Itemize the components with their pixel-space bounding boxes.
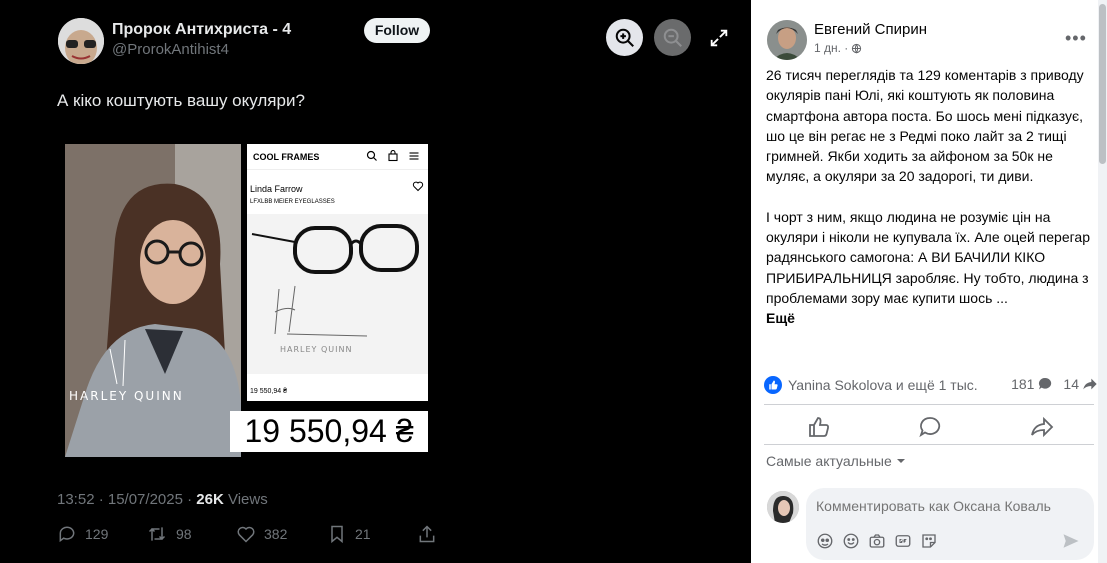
tweet-author-name[interactable]: Пророк Антихриста - 4 <box>112 21 291 39</box>
repost-button[interactable]: 98 <box>146 524 192 544</box>
tweet-meta: 13:52 · 15/07/2025 · 26K Views <box>57 491 268 508</box>
tweet-timestamp[interactable]: 13:52 · 15/07/2025 · <box>57 491 196 508</box>
heart-outline-icon <box>237 526 255 543</box>
more-options-icon[interactable]: ••• <box>1065 28 1087 49</box>
post-paragraph: 26 тисяч переглядів та 129 коментарів з … <box>766 67 1084 185</box>
reply-button[interactable]: 129 <box>57 524 108 544</box>
comment-composer <box>806 488 1094 560</box>
post-actions <box>764 407 1094 447</box>
tweet-actions: 129 98 382 21 <box>57 524 457 546</box>
glasses-caption: HARLEY QUINN <box>280 345 353 354</box>
engagement-counts: 181 14 <box>1011 376 1098 392</box>
comments-count-button[interactable]: 181 <box>1011 376 1053 392</box>
gif-icon[interactable] <box>894 532 912 550</box>
share-icon[interactable] <box>1030 415 1054 439</box>
shop-model: LFXLBB MEIER EYEGLASSES <box>250 199 335 205</box>
comment-sort-selector[interactable]: Самые актуальные <box>766 453 906 469</box>
photo-caption: HARLEY QUINN <box>69 389 184 403</box>
comment-bubble-icon <box>1039 377 1052 390</box>
shop-header: COOL FRAMES <box>247 144 428 170</box>
tweet-media[interactable]: HARLEY QUINN COOL FRAMES Linda Farrow LF… <box>65 144 428 457</box>
expand-button[interactable] <box>708 27 730 49</box>
photo-viewer: Пророк Антихриста - 4 @ProrokAntihist4 F… <box>0 0 751 563</box>
comment-input[interactable] <box>816 498 1086 514</box>
globe-icon <box>852 43 862 54</box>
scrollbar[interactable] <box>1098 0 1107 563</box>
shop-price: 19 550,94 ₴ <box>250 388 287 395</box>
tweet-author-handle[interactable]: @ProrokAntihist4 <box>112 41 229 58</box>
bookmark-button[interactable]: 21 <box>327 524 371 544</box>
menu-icon <box>409 152 419 160</box>
tweet-views-label: Views <box>223 491 268 508</box>
caret-down-icon <box>896 459 905 463</box>
divider <box>764 404 1094 405</box>
see-more-link[interactable]: Ещё <box>766 308 1096 328</box>
zoom-in-icon <box>615 28 634 47</box>
post-text: 26 тисяч переглядів та 129 коментарів з … <box>766 65 1096 329</box>
share-arrow-icon <box>1083 378 1097 390</box>
post-panel: Евгений Спирин 1 дн. · ••• 26 тисяч пере… <box>751 0 1107 563</box>
post-paragraph: І чорт з ним, якщо людина не розуміє цін… <box>766 208 1090 306</box>
share-button[interactable] <box>417 524 437 544</box>
shop-brand: Linda Farrow <box>250 184 303 194</box>
shares-count: 14 <box>1063 376 1079 392</box>
search-icon <box>366 150 377 161</box>
camera-icon[interactable] <box>868 532 886 550</box>
post-time: 1 дн. · <box>814 41 862 55</box>
reply-count: 129 <box>85 526 109 542</box>
reply-icon <box>59 526 75 543</box>
post-author-avatar[interactable] <box>767 20 807 60</box>
likers-text: Yanina Sokolova и ещё 1 тыс. <box>788 377 978 393</box>
follow-button[interactable]: Follow <box>364 18 430 43</box>
comments-count: 181 <box>1011 376 1035 392</box>
likers-summary[interactable]: Yanina Sokolova и ещё 1 тыс. <box>764 376 978 394</box>
sticker-icon[interactable] <box>920 532 938 550</box>
bookmark-count: 21 <box>355 526 371 542</box>
repost-icon <box>148 527 166 541</box>
zoom-in-button[interactable] <box>606 19 643 56</box>
comment-icon[interactable] <box>918 415 942 439</box>
avatar-sticker-icon[interactable] <box>816 532 834 550</box>
divider <box>764 444 1094 445</box>
like-thumb-icon[interactable] <box>807 415 831 439</box>
send-icon[interactable] <box>1062 532 1080 550</box>
like-count: 382 <box>264 526 288 542</box>
tweet-author-avatar[interactable] <box>58 18 104 64</box>
post-author-name[interactable]: Евгений Спирин <box>814 21 927 38</box>
like-reaction-icon <box>764 376 782 394</box>
post-time-text[interactable]: 1 дн. · <box>814 41 848 55</box>
glasses-image: HARLEY QUINN <box>247 214 428 374</box>
like-button[interactable]: 382 <box>236 524 287 544</box>
scrollbar-thumb[interactable] <box>1099 4 1106 164</box>
tweet-views-count: 26K <box>196 491 224 508</box>
expand-icon <box>710 29 728 47</box>
zoom-out-icon <box>663 28 682 47</box>
heart-icon <box>412 181 424 192</box>
zoom-out-button[interactable] <box>654 19 691 56</box>
big-price-label: 19 550,94 ₴ <box>230 411 428 452</box>
sort-label: Самые актуальные <box>766 453 892 469</box>
comment-tools <box>816 532 938 550</box>
upload-icon <box>419 525 435 543</box>
shop-logo: COOL FRAMES <box>253 152 320 162</box>
reactions-row: Yanina Sokolova и ещё 1 тыс. 181 14 <box>764 376 1098 396</box>
bookmark-icon <box>331 525 343 544</box>
repost-count: 98 <box>176 526 192 542</box>
commenter-avatar[interactable] <box>767 491 799 523</box>
tweet-text: А кіко коштують вашу окуляри? <box>57 91 305 110</box>
shop-screenshot: COOL FRAMES Linda Farrow LFXLBB MEIER EY… <box>247 144 428 401</box>
shop-icons <box>366 150 420 162</box>
shares-count-button[interactable]: 14 <box>1063 376 1098 392</box>
emoji-icon[interactable] <box>842 532 860 550</box>
woman-photo: HARLEY QUINN <box>65 144 241 457</box>
bag-icon <box>388 150 398 162</box>
